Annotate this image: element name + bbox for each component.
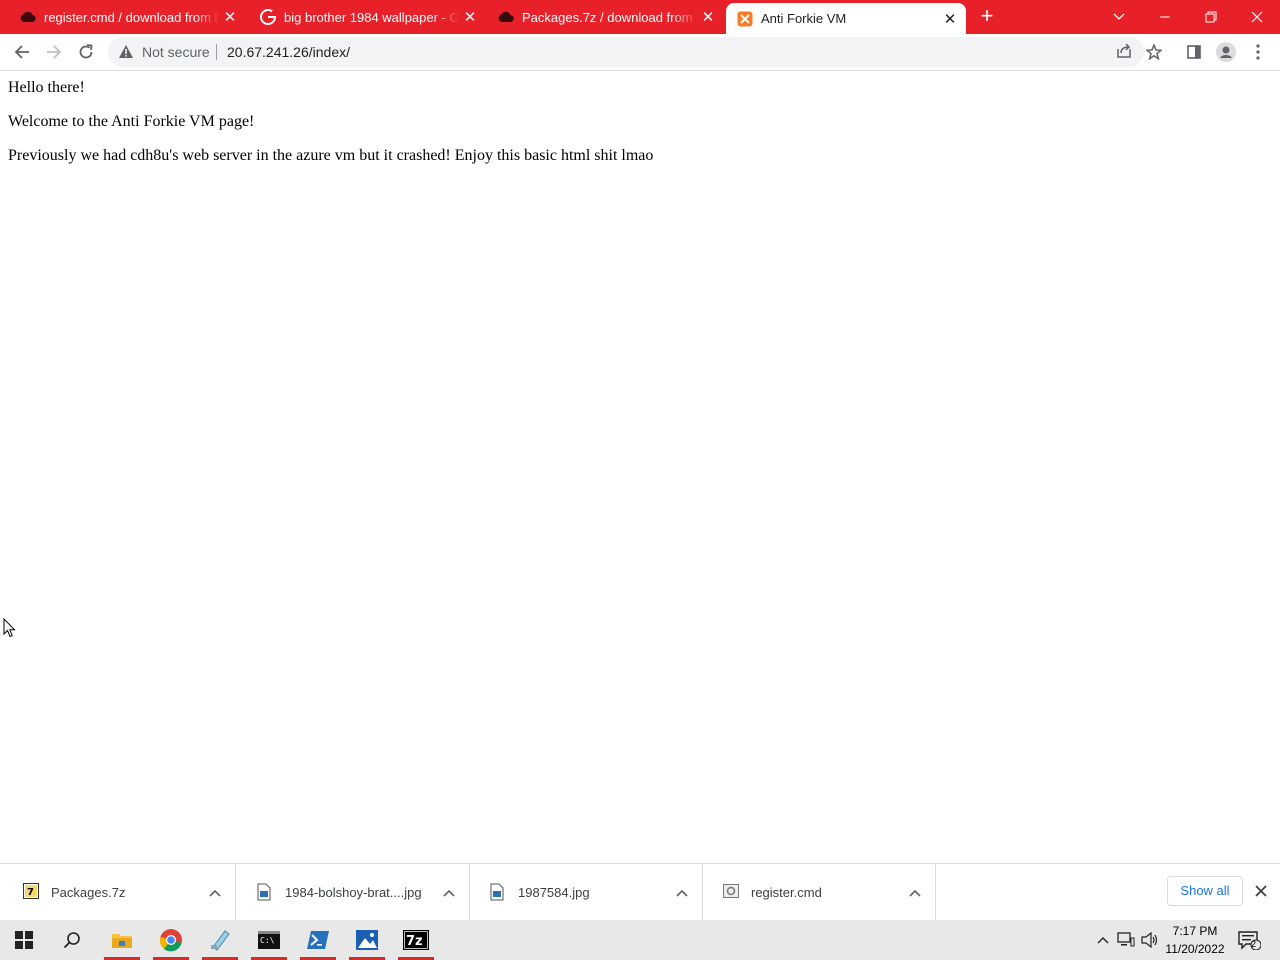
- svg-text:7: 7: [27, 887, 34, 898]
- side-panel-icon[interactable]: [1182, 40, 1206, 64]
- tab-close-icon[interactable]: ✕: [698, 7, 718, 27]
- cloud-icon: [498, 9, 514, 25]
- command-prompt-icon[interactable]: C:\: [249, 920, 289, 960]
- restore-button[interactable]: [1188, 0, 1234, 34]
- kebab-menu-icon[interactable]: [1246, 40, 1270, 64]
- chevron-up-icon[interactable]: [443, 884, 455, 902]
- chrome-icon[interactable]: [151, 920, 191, 960]
- svg-text:C:\: C:\: [260, 936, 275, 945]
- windows-taskbar: C:\ 7z 7:17 PM 11/20/2022 2: [0, 920, 1280, 960]
- tab-google-search[interactable]: big brother 1984 wallpaper - Goo ✕: [250, 0, 486, 34]
- search-icon[interactable]: [52, 920, 92, 960]
- svg-text:7z: 7z: [406, 934, 423, 949]
- photos-icon[interactable]: [347, 920, 387, 960]
- greeting-text: Hello there!: [8, 79, 85, 96]
- forward-button[interactable]: [42, 40, 66, 64]
- mouse-cursor-icon: [3, 617, 17, 643]
- download-filename: 1987584.jpg: [518, 885, 590, 900]
- xampp-icon: [737, 11, 753, 27]
- minimize-button[interactable]: [1142, 0, 1188, 34]
- google-icon: [260, 9, 276, 25]
- download-filename: Packages.7z: [51, 885, 126, 900]
- reload-button[interactable]: [74, 40, 98, 64]
- welcome-text: Welcome to the Anti Forkie VM page!: [8, 113, 255, 130]
- show-all-button[interactable]: Show all: [1167, 876, 1243, 906]
- chevron-up-icon[interactable]: [1094, 920, 1112, 960]
- file-explorer-icon[interactable]: [102, 920, 142, 960]
- message-text: Previously we had cdh8u's web server in …: [8, 147, 654, 164]
- tab-title: register.cmd / download from ba: [44, 9, 220, 25]
- divider: [216, 44, 217, 60]
- 7zip-icon[interactable]: 7z: [396, 920, 436, 960]
- reload-icon: [79, 44, 93, 59]
- chevron-up-icon[interactable]: [676, 884, 688, 902]
- 7z-archive-icon: 7: [23, 883, 39, 901]
- close-shelf-icon[interactable]: [1254, 884, 1268, 903]
- notification-center-icon[interactable]: 2: [1234, 920, 1264, 960]
- system-clock[interactable]: 7:17 PM 11/20/2022: [1160, 922, 1230, 958]
- download-shelf: 7 Packages.7z 1984-bolshoy-brat....jpg 1…: [0, 863, 1280, 921]
- tab-packages-7z[interactable]: Packages.7z / download from bay ✕: [488, 0, 724, 34]
- warning-icon[interactable]: [118, 44, 134, 64]
- tab-title: big brother 1984 wallpaper - Goo: [284, 9, 460, 25]
- tab-title: Packages.7z / download from bay: [522, 9, 698, 25]
- download-item[interactable]: 1987584.jpg: [470, 864, 703, 921]
- cmd-file-icon: [723, 883, 739, 901]
- download-item[interactable]: register.cmd: [703, 864, 936, 921]
- url-text[interactable]: 20.67.241.26/index/: [227, 44, 350, 60]
- share-icon[interactable]: [1116, 43, 1132, 64]
- clock-date: 11/20/2022: [1165, 942, 1225, 956]
- notification-count: 2: [1251, 939, 1257, 949]
- tab-search-icon[interactable]: [1096, 0, 1142, 34]
- new-tab-button[interactable]: +: [976, 5, 998, 28]
- chevron-up-icon[interactable]: [909, 884, 921, 902]
- browser-toolbar: Not secure 20.67.241.26/index/: [0, 34, 1280, 71]
- download-item[interactable]: 1984-bolshoy-brat....jpg: [237, 864, 470, 921]
- bookmark-star-icon[interactable]: [1142, 40, 1166, 64]
- back-arrow-icon: [14, 45, 29, 59]
- security-label[interactable]: Not secure: [142, 44, 210, 60]
- tab-close-icon[interactable]: ✕: [940, 9, 960, 29]
- download-filename: 1984-bolshoy-brat....jpg: [285, 885, 422, 900]
- windows-start-icon[interactable]: [4, 920, 44, 960]
- download-filename: register.cmd: [751, 885, 822, 900]
- download-item[interactable]: 7 Packages.7z: [3, 864, 236, 921]
- close-window-button[interactable]: [1234, 0, 1280, 34]
- cloud-icon: [20, 9, 36, 25]
- web-page: Hello there! Welcome to the Anti Forkie …: [0, 72, 1280, 862]
- image-file-icon: [257, 883, 273, 901]
- image-file-icon: [490, 883, 506, 901]
- profile-avatar-icon[interactable]: [1214, 40, 1238, 64]
- address-bar[interactable]: Not secure 20.67.241.26/index/: [108, 37, 1144, 67]
- volume-icon[interactable]: [1140, 920, 1160, 960]
- clock-time: 7:17 PM: [1172, 924, 1218, 938]
- powershell-icon[interactable]: [298, 920, 338, 960]
- back-button[interactable]: [10, 40, 34, 64]
- tab-anti-forkie-vm[interactable]: Anti Forkie VM ✕: [726, 3, 966, 34]
- tab-strip: register.cmd / download from ba ✕ big br…: [0, 0, 1280, 34]
- tab-close-icon[interactable]: ✕: [220, 7, 240, 27]
- network-icon[interactable]: [1116, 920, 1136, 960]
- tab-close-icon[interactable]: ✕: [460, 7, 480, 27]
- tab-title: Anti Forkie VM: [761, 11, 847, 26]
- forward-arrow-icon: [47, 45, 62, 59]
- notepad-icon[interactable]: [200, 920, 240, 960]
- chevron-up-icon[interactable]: [209, 884, 221, 902]
- tab-register-cmd[interactable]: register.cmd / download from ba ✕: [0, 0, 246, 34]
